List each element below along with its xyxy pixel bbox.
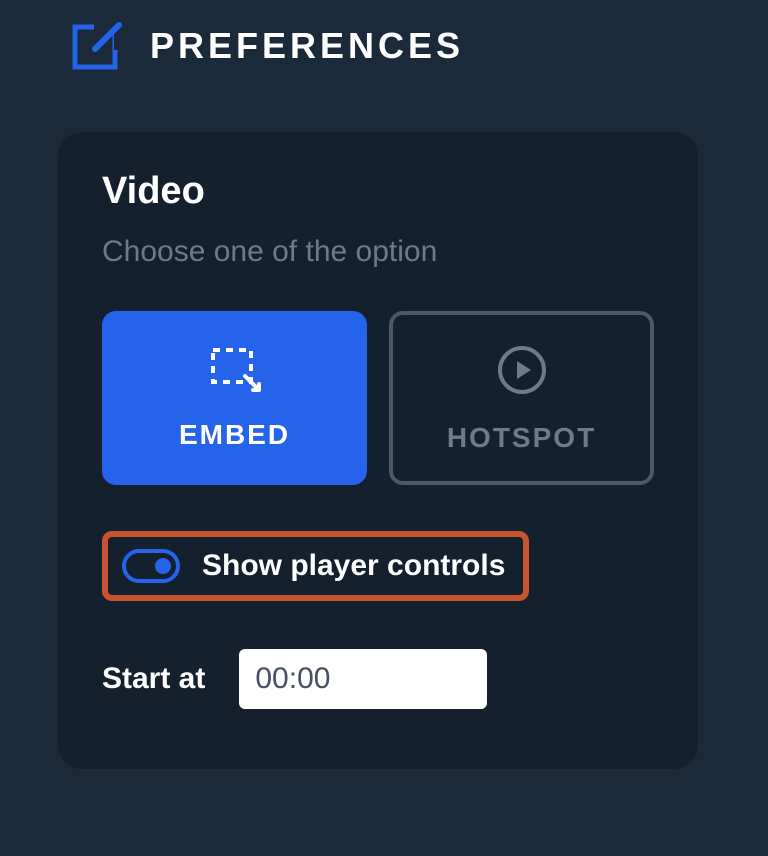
hotspot-option-label: HOTSPOT — [447, 422, 596, 454]
show-player-controls-toggle[interactable] — [122, 549, 180, 583]
hotspot-option[interactable]: HOTSPOT — [389, 311, 654, 485]
edit-icon — [70, 18, 126, 74]
video-section-subtitle: Choose one of the option — [102, 235, 654, 269]
embed-crop-icon — [207, 346, 263, 399]
show-player-controls-highlight: Show player controls — [102, 531, 529, 601]
embed-option-label: EMBED — [179, 419, 290, 451]
show-player-controls-label: Show player controls — [202, 549, 505, 583]
play-circle-icon — [495, 343, 549, 402]
embed-option[interactable]: EMBED — [102, 311, 367, 485]
start-at-input[interactable] — [239, 649, 487, 709]
start-at-label: Start at — [102, 662, 205, 696]
video-section-title: Video — [102, 170, 654, 213]
page-title: PREFERENCES — [150, 25, 464, 67]
video-panel: Video Choose one of the option EMBED HOT… — [58, 132, 698, 769]
